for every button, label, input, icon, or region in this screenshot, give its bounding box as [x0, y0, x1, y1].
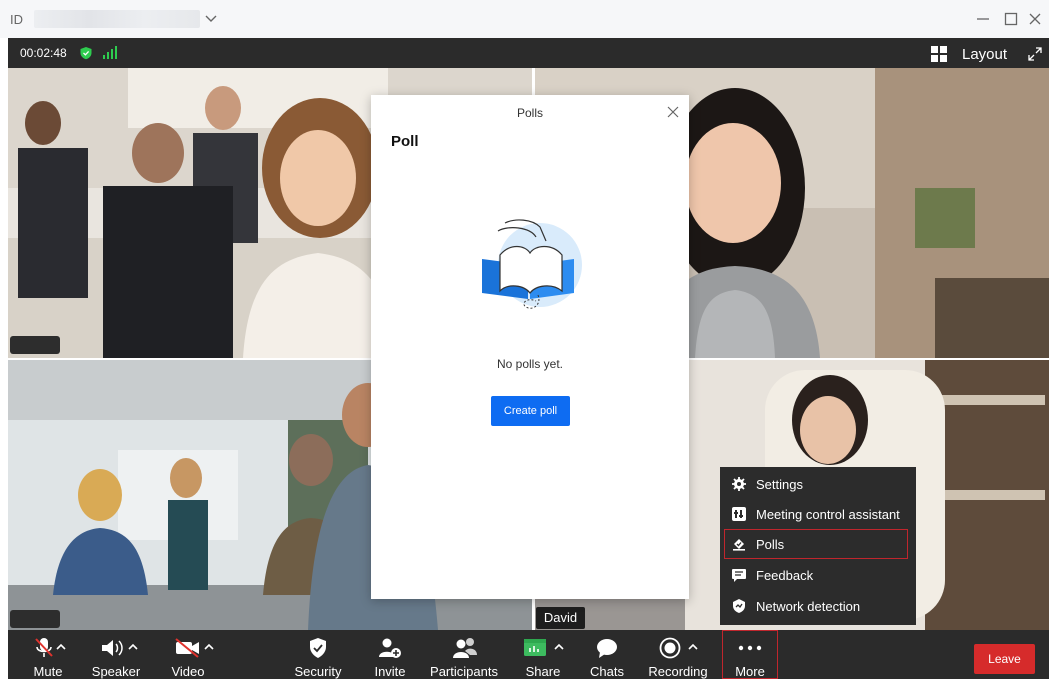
polls-dialog-title: Polls: [516, 106, 543, 120]
polls-dialog: Polls Poll No polls yet. Create poll: [371, 95, 689, 599]
meeting-status-bar: 00:02:48 Layout: [8, 38, 1049, 68]
fullscreen-expand-icon[interactable]: [1028, 47, 1042, 61]
security-shield-icon: [310, 638, 326, 658]
invite-button[interactable]: Invite: [368, 630, 412, 679]
chevron-down-icon[interactable]: [204, 11, 218, 25]
video-off-icon: [175, 638, 214, 658]
meeting-id-value-redacted[interactable]: [34, 10, 200, 28]
participants-label: Participants: [430, 664, 498, 679]
record-icon: [659, 637, 698, 659]
close-window-icon[interactable]: [1027, 11, 1043, 27]
leave-button[interactable]: Leave: [974, 644, 1035, 674]
menu-item-label: Feedback: [756, 568, 814, 583]
active-speaker-name-tag: David: [536, 607, 585, 629]
speaker-icon: [102, 640, 138, 656]
layout-grid-icon[interactable]: [931, 46, 947, 62]
menu-item-polls[interactable]: Polls: [724, 529, 908, 559]
network-detection-icon: [733, 599, 745, 613]
mute-label: Mute: [33, 664, 63, 679]
recording-button[interactable]: Recording: [644, 630, 712, 679]
meeting-id-label: ID: [10, 12, 23, 27]
add-user-icon: [379, 638, 401, 658]
maximize-icon[interactable]: [1003, 11, 1019, 27]
meeting-window: ID 00:02:48 Layout David Polls Poll No p…: [0, 0, 1049, 679]
invite-label: Invite: [374, 664, 406, 679]
speaker-label: Speaker: [91, 664, 141, 679]
chats-button[interactable]: Chats: [586, 630, 628, 679]
menu-item-meeting-control-assistant[interactable]: Meeting control assistant: [720, 499, 916, 529]
title-bar: ID: [0, 0, 1049, 38]
meeting-toolbar: Mute Speaker Video Security Invite Parti…: [8, 630, 1049, 679]
more-dots-icon: [738, 645, 762, 651]
empty-polls-illustration: [482, 219, 582, 309]
recording-label: Recording: [648, 664, 708, 679]
more-button[interactable]: More: [722, 630, 778, 679]
share-button[interactable]: Share: [514, 630, 572, 679]
empty-state-message: No polls yet.: [496, 357, 564, 371]
menu-item-label: Polls: [756, 537, 785, 552]
polls-icon: [733, 539, 745, 551]
close-icon[interactable]: [666, 105, 680, 119]
chats-label: Chats: [590, 664, 624, 679]
menu-item-label: Settings: [756, 477, 803, 492]
more-menu: Settings Meeting control assistant Polls…: [720, 467, 916, 625]
security-shield-icon[interactable]: [79, 46, 93, 60]
menu-item-label: Network detection: [756, 599, 861, 614]
participants-button[interactable]: Participants: [424, 630, 504, 679]
microphone-muted-icon: [35, 638, 66, 657]
signal-strength-icon[interactable]: [102, 46, 118, 60]
menu-item-label: Meeting control assistant: [756, 507, 900, 522]
more-label: More: [735, 664, 765, 679]
layout-button[interactable]: Layout: [962, 46, 1007, 63]
video-button[interactable]: Video: [162, 630, 214, 679]
mute-button[interactable]: Mute: [24, 630, 72, 679]
menu-item-network-detection[interactable]: Network detection: [720, 591, 916, 621]
share-label: Share: [525, 664, 561, 679]
speaker-button[interactable]: Speaker: [88, 630, 144, 679]
menu-item-settings[interactable]: Settings: [720, 469, 916, 499]
meeting-timer: 00:02:48: [20, 46, 67, 60]
minimize-icon[interactable]: [975, 11, 991, 27]
security-button[interactable]: Security: [290, 630, 346, 679]
video-label: Video: [171, 664, 205, 679]
gear-icon: [732, 477, 746, 491]
security-label: Security: [294, 664, 342, 679]
share-screen-icon: [524, 639, 564, 656]
chat-bubble-icon: [597, 639, 617, 658]
poll-heading: Poll: [391, 133, 419, 150]
create-poll-button[interactable]: Create poll: [491, 396, 570, 426]
menu-item-feedback[interactable]: Feedback: [720, 560, 916, 590]
feedback-icon: [732, 569, 746, 582]
participants-icon: [453, 638, 477, 658]
control-assistant-icon: [732, 507, 746, 521]
